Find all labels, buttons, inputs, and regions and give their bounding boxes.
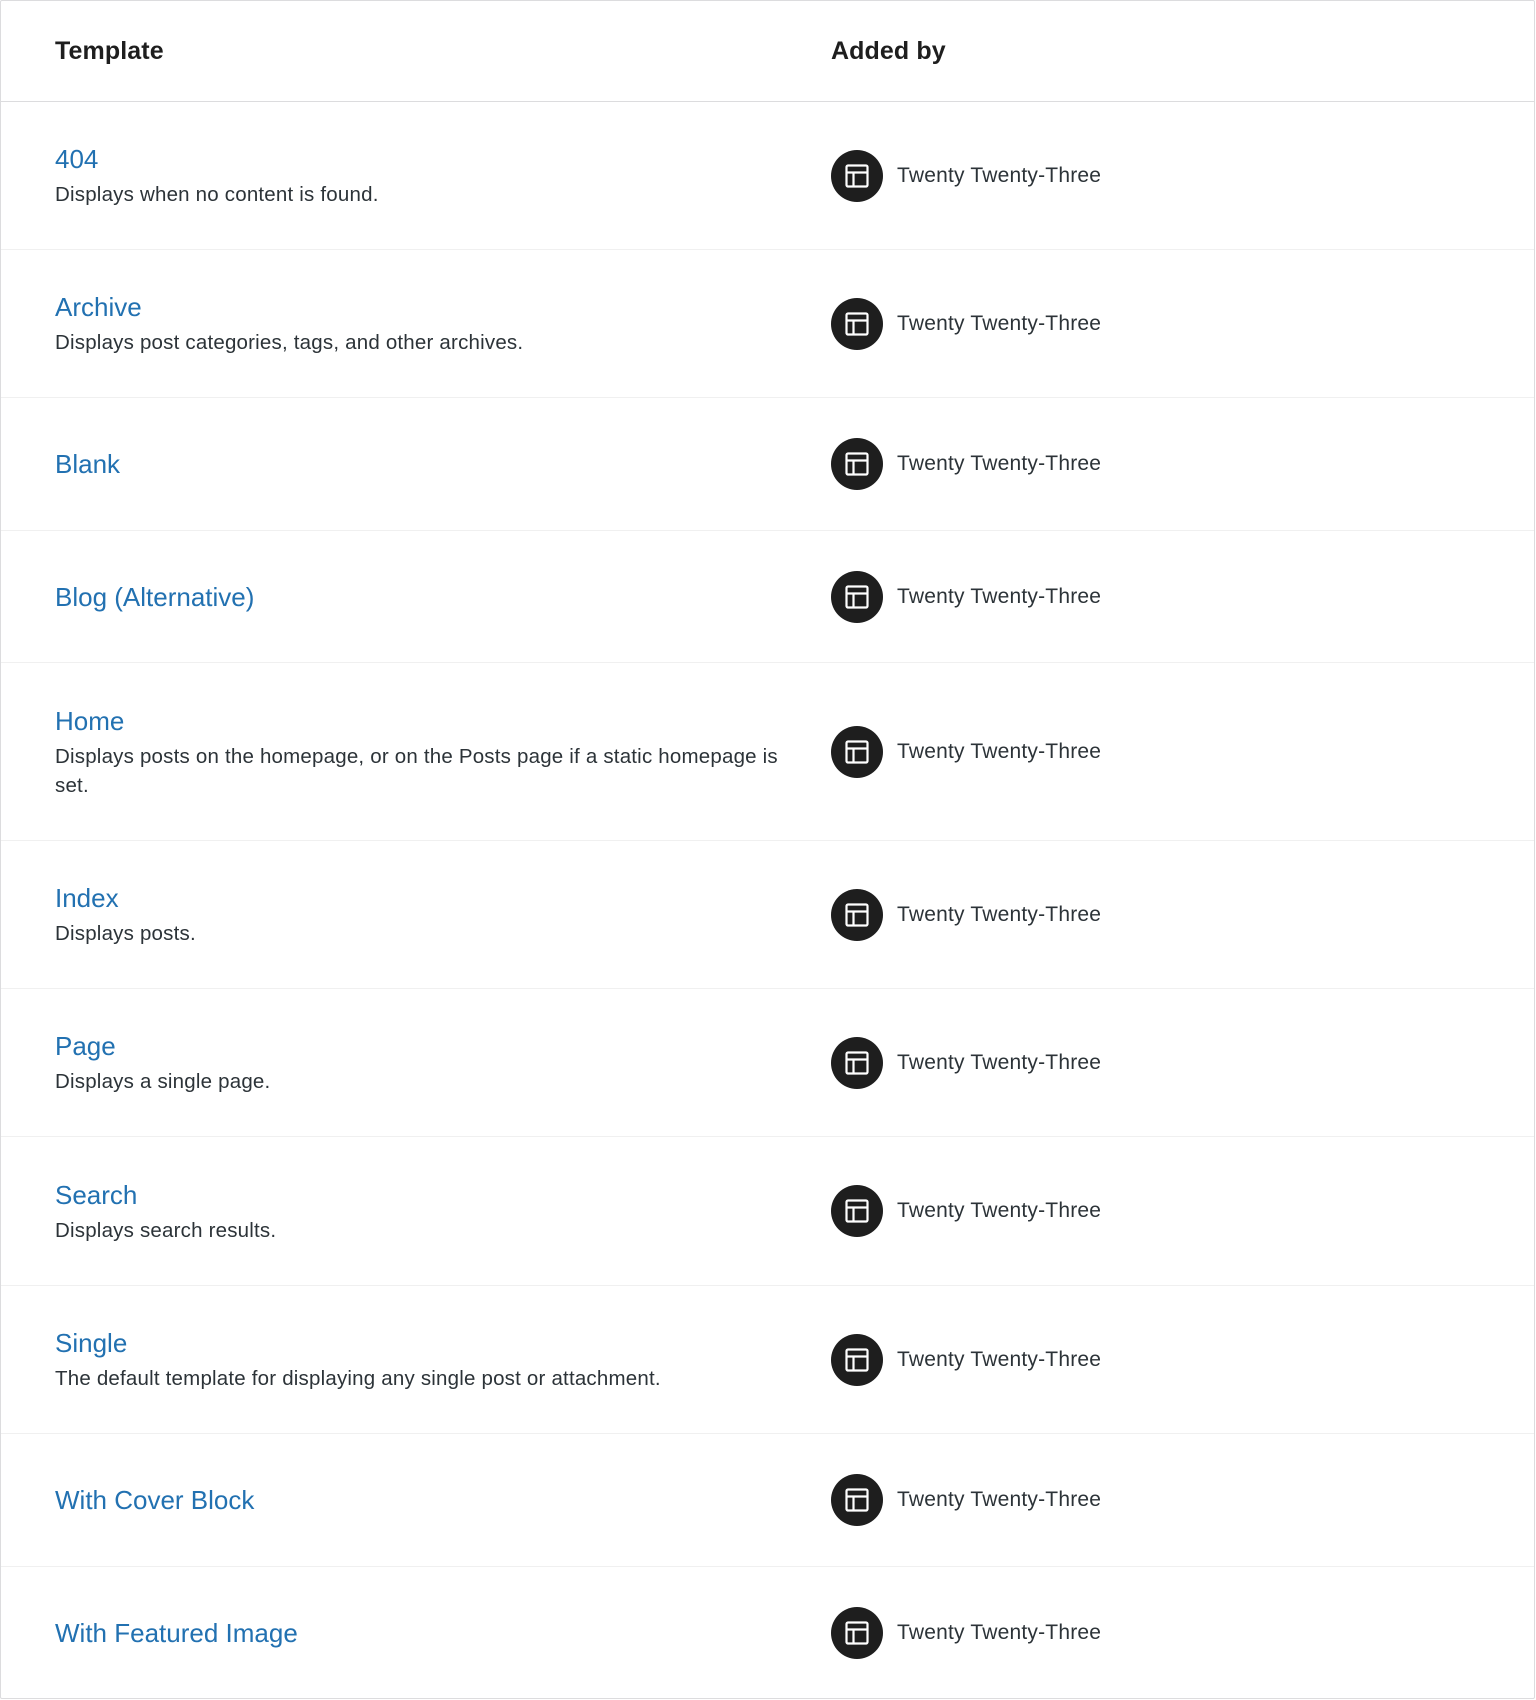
author-name: Twenty Twenty-Three <box>897 163 1102 187</box>
template-cell: Index Displays posts. <box>1 881 831 948</box>
added-by-cell: Twenty Twenty-Three <box>831 297 1534 350</box>
table-row: With Cover Block Twenty Twenty-Three <box>1 1434 1534 1567</box>
template-description: Displays post categories, tags, and othe… <box>55 331 524 354</box>
author-name: Twenty Twenty-Three <box>897 584 1102 608</box>
template-cell: Page Displays a single page. <box>1 1029 831 1096</box>
template-description: Displays a single page. <box>55 1070 271 1093</box>
layout-icon <box>831 1474 883 1526</box>
template-title-link[interactable]: 404 <box>55 142 801 176</box>
layout-icon <box>831 149 883 202</box>
template-description: Displays search results. <box>55 1218 277 1242</box>
added-by: Twenty Twenty-Three <box>831 1185 1534 1237</box>
template-title-link[interactable]: Blank <box>55 447 801 481</box>
template-title-link[interactable]: With Featured Image <box>55 1616 801 1650</box>
templates-table: Template Added by 404 Displays when no co… <box>0 0 1535 1699</box>
added-by: Twenty Twenty-Three <box>831 297 1534 350</box>
added-by: Twenty Twenty-Three <box>831 1036 1534 1089</box>
added-by-cell: Twenty Twenty-Three <box>831 1185 1534 1237</box>
table-row: Page Displays a single page. Twenty Twenty… <box>1 989 1534 1137</box>
added-by: Twenty Twenty-Three <box>831 149 1534 202</box>
author-name: Twenty Twenty-Three <box>897 311 1102 335</box>
template-title-link[interactable]: With Cover Block <box>55 1483 801 1517</box>
author-name: Twenty Twenty-Three <box>897 902 1102 926</box>
table-row: Search Displays search results. Twenty Twe… <box>1 1137 1534 1286</box>
template-title-link[interactable]: Single <box>55 1326 801 1360</box>
table-row: Home Displays posts on the homepage, or o… <box>1 663 1534 841</box>
layout-icon <box>831 297 883 350</box>
added-by-cell: Twenty Twenty-Three <box>831 725 1534 778</box>
author-name: Twenty Twenty-Three <box>897 1347 1102 1371</box>
template-description: Displays when no content is found. <box>55 183 379 206</box>
added-by: Twenty Twenty-Three <box>831 1474 1534 1526</box>
layout-icon <box>831 1607 883 1659</box>
added-by: Twenty Twenty-Three <box>831 725 1534 778</box>
added-by: Twenty Twenty-Three <box>831 570 1534 623</box>
added-by-cell: Twenty Twenty-Three <box>831 888 1534 941</box>
template-title-link[interactable]: Search <box>55 1178 801 1212</box>
author-name: Twenty Twenty-Three <box>897 739 1102 763</box>
added-by-cell: Twenty Twenty-Three <box>831 438 1534 490</box>
template-title-link[interactable]: Page <box>55 1029 801 1063</box>
table-row: Blog (Alternative) Twenty Twenty-Three <box>1 531 1534 663</box>
added-by-cell: Twenty Twenty-Three <box>831 1607 1534 1659</box>
table-row: With Featured Image Twenty Twenty-Three <box>1 1567 1534 1699</box>
layout-icon <box>831 1036 883 1089</box>
layout-icon <box>831 570 883 623</box>
template-cell: Blank <box>1 447 831 481</box>
added-by: Twenty Twenty-Three <box>831 1333 1534 1386</box>
template-description: Displays posts on the homepage, or on th… <box>55 744 778 797</box>
table-row: Blank Twenty Twenty-Three <box>1 398 1534 531</box>
template-title-link[interactable]: Home <box>55 704 801 738</box>
template-cell: Single The default template for displayin… <box>1 1326 831 1393</box>
table-body: 404 Displays when no content is found. Twe… <box>1 102 1534 1699</box>
author-name: Twenty Twenty-Three <box>897 1199 1102 1222</box>
added-by-cell: Twenty Twenty-Three <box>831 1474 1534 1526</box>
template-title-link[interactable]: Index <box>55 881 801 915</box>
table-row: Archive Displays post categories, tags, a… <box>1 250 1534 398</box>
author-name: Twenty Twenty-Three <box>897 1621 1102 1644</box>
table-row: Single The default template for displayin… <box>1 1286 1534 1434</box>
template-cell: With Cover Block <box>1 1483 831 1517</box>
template-cell: 404 Displays when no content is found. <box>1 142 831 209</box>
added-by-cell: Twenty Twenty-Three <box>831 570 1534 623</box>
template-description: The default template for displaying any … <box>55 1367 661 1390</box>
template-title-link[interactable]: Blog (Alternative) <box>55 580 801 614</box>
table-header: Template Added by <box>1 1 1534 102</box>
template-title-link[interactable]: Archive <box>55 290 801 324</box>
author-name: Twenty Twenty-Three <box>897 452 1102 475</box>
template-cell: With Featured Image <box>1 1616 831 1650</box>
layout-icon <box>831 1333 883 1386</box>
template-cell: Archive Displays post categories, tags, a… <box>1 290 831 357</box>
layout-icon <box>831 725 883 778</box>
author-name: Twenty Twenty-Three <box>897 1488 1102 1511</box>
added-by-cell: Twenty Twenty-Three <box>831 1333 1534 1386</box>
layout-icon <box>831 1185 883 1237</box>
template-cell: Blog (Alternative) <box>1 580 831 614</box>
column-header-template: Template <box>1 37 831 66</box>
table-row: 404 Displays when no content is found. Twe… <box>1 102 1534 250</box>
template-description: Displays posts. <box>55 922 196 945</box>
added-by: Twenty Twenty-Three <box>831 438 1534 490</box>
column-header-template-label: Template <box>55 36 164 65</box>
column-header-added-by-label: Added by <box>831 36 946 65</box>
added-by-cell: Twenty Twenty-Three <box>831 149 1534 202</box>
layout-icon <box>831 888 883 941</box>
added-by: Twenty Twenty-Three <box>831 888 1534 941</box>
table-row: Index Displays posts. Twenty Twenty-Three <box>1 841 1534 989</box>
column-header-added-by: Added by <box>831 37 1534 66</box>
added-by-cell: Twenty Twenty-Three <box>831 1036 1534 1089</box>
added-by: Twenty Twenty-Three <box>831 1607 1534 1659</box>
template-cell: Home Displays posts on the homepage, or o… <box>1 704 831 800</box>
template-cell: Search Displays search results. <box>1 1178 831 1245</box>
author-name: Twenty Twenty-Three <box>897 1050 1102 1074</box>
layout-icon <box>831 438 883 490</box>
